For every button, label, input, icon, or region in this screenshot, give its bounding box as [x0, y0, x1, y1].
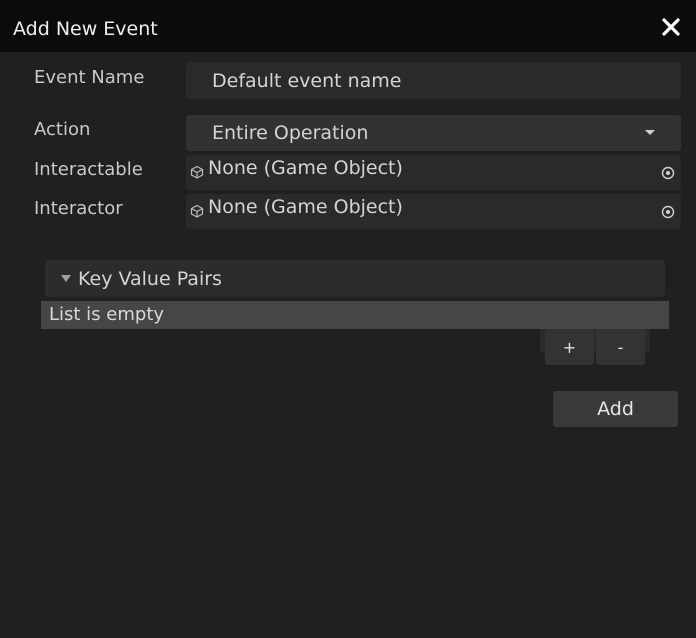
title-bar: Add New Event: [0, 0, 696, 52]
interactable-picker-button[interactable]: [658, 163, 678, 183]
close-icon: [662, 18, 680, 36]
interactor-label: Interactor: [34, 198, 123, 219]
interactable-object-field[interactable]: None (Game Object): [186, 155, 681, 190]
action-value: Entire Operation: [212, 122, 369, 144]
close-button[interactable]: [656, 12, 686, 42]
foldout-arrow-icon: [61, 275, 71, 282]
cube-icon: [190, 204, 204, 218]
key-value-pairs-title: Key Value Pairs: [78, 268, 222, 290]
key-value-pairs-foldout[interactable]: Key Value Pairs: [45, 260, 665, 297]
action-dropdown[interactable]: Entire Operation: [186, 115, 681, 151]
add-button[interactable]: Add: [553, 391, 678, 427]
interactable-label: Interactable: [34, 159, 143, 180]
event-name-value: Default event name: [212, 70, 402, 92]
object-picker-icon: [661, 205, 675, 219]
add-item-button[interactable]: +: [545, 329, 594, 365]
interactor-object-field[interactable]: None (Game Object): [186, 194, 681, 229]
caret-down-icon: [645, 130, 655, 135]
window-title: Add New Event: [13, 18, 158, 40]
list-empty-text: List is empty: [49, 304, 165, 325]
interactor-picker-button[interactable]: [658, 202, 678, 222]
action-label: Action: [34, 119, 91, 140]
cube-icon: [190, 165, 204, 179]
interactor-value: None (Game Object): [208, 196, 403, 218]
event-name-field[interactable]: Default event name: [186, 62, 681, 99]
key-value-list: List is empty: [41, 301, 669, 329]
interactable-value: None (Game Object): [208, 157, 403, 179]
object-picker-icon: [661, 166, 675, 180]
event-name-label: Event Name: [34, 67, 145, 88]
remove-item-button[interactable]: -: [596, 329, 645, 365]
